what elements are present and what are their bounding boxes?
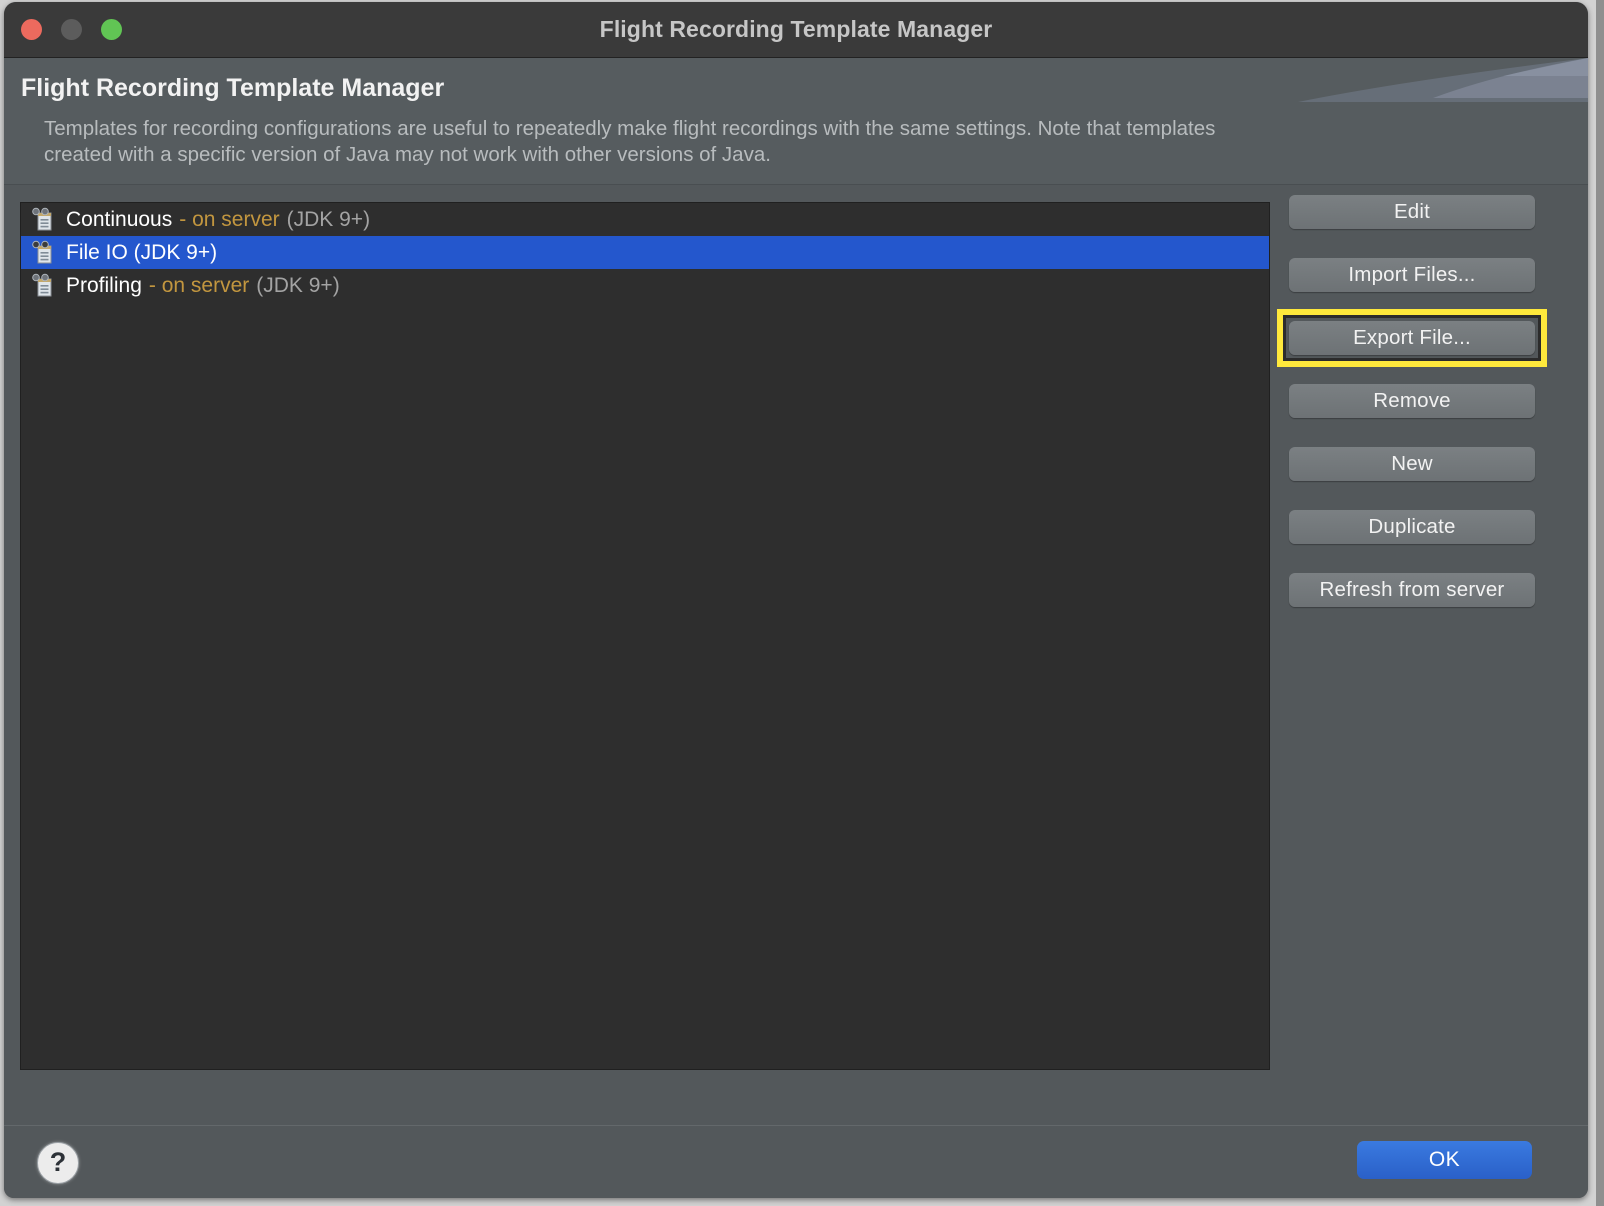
template-jdk-tag: (JDK 9+) [286, 207, 371, 231]
template-name: Profiling [66, 273, 142, 297]
template-document-icon [31, 273, 57, 299]
template-name: File IO (JDK 9+) [66, 240, 218, 264]
template-jdk-tag: (JDK 9+) [256, 273, 340, 297]
template-name: Continuous [66, 207, 173, 231]
flight-recording-template-manager-window: Flight Recording Template Manager Flight… [4, 2, 1588, 1198]
dialog-header: Flight Recording Template Manager Templa… [4, 58, 1588, 185]
refresh-from-server-button[interactable]: Refresh from server [1289, 573, 1535, 607]
remove-button[interactable]: Remove [1289, 384, 1535, 418]
action-button-column: Edit Import Files... Export File... Remo… [1277, 195, 1547, 636]
template-document-icon [31, 240, 57, 266]
template-server-tag: - on server [148, 273, 250, 297]
export-file-button-wrapper: Export File... [1277, 309, 1547, 367]
ok-button[interactable]: OK [1357, 1141, 1532, 1179]
header-description: Templates for recording configurations a… [44, 117, 1216, 166]
window-title: Flight Recording Template Manager [599, 16, 993, 42]
dialog-footer: ? OK [4, 1125, 1588, 1198]
edit-button[interactable]: Edit [1289, 195, 1535, 229]
duplicate-button[interactable]: Duplicate [1289, 510, 1535, 544]
template-server-tag: - on server [179, 207, 280, 231]
decorative-swoosh-graphic [1298, 58, 1588, 102]
desktop-edge-stripe [1596, 0, 1604, 1206]
dialog-content: Continuous - on server (JDK 9+) File IO … [4, 185, 1588, 1125]
import-files-button[interactable]: Import Files... [1289, 258, 1535, 292]
new-button[interactable]: New [1289, 447, 1535, 481]
help-icon[interactable]: ? [37, 1142, 79, 1184]
list-item[interactable]: File IO (JDK 9+) [21, 236, 1269, 269]
list-item[interactable]: Continuous - on server (JDK 9+) [21, 203, 1269, 236]
window-titlebar: Flight Recording Template Manager [4, 2, 1588, 58]
template-document-icon [31, 207, 57, 233]
page-title: Flight Recording Template Manager [21, 74, 445, 102]
list-item[interactable]: Profiling - on server (JDK 9+) [21, 269, 1269, 302]
export-file-button[interactable]: Export File... [1289, 321, 1535, 355]
template-list[interactable]: Continuous - on server (JDK 9+) File IO … [20, 202, 1270, 1070]
